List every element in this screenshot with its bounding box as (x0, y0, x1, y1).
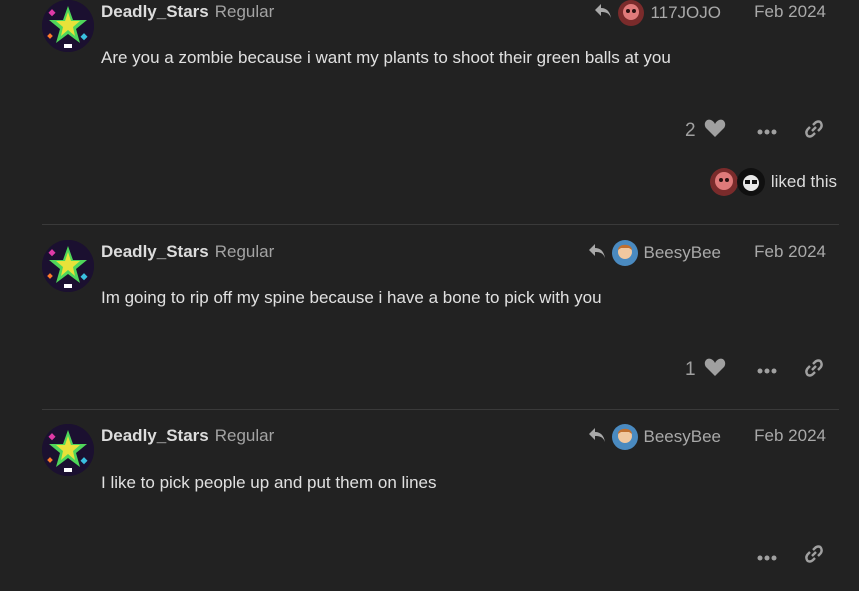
username-text[interactable]: Deadly_Stars (101, 242, 209, 261)
liked-by-row: liked this (709, 168, 837, 196)
reply-user-avatar (618, 0, 645, 26)
reply-to-link[interactable]: BeesyBee (588, 424, 722, 450)
share-link-button[interactable] (790, 358, 837, 383)
reply-to-link[interactable]: BeesyBee (588, 240, 722, 266)
ellipsis-icon (757, 122, 777, 140)
reply-username: BeesyBee (643, 427, 722, 446)
post-divider (42, 409, 839, 410)
liked-by-text: liked this (770, 172, 837, 191)
reply-arrow-icon (588, 427, 606, 448)
like-button[interactable]: 1 (685, 357, 743, 383)
more-actions-button[interactable] (743, 548, 790, 566)
username-text[interactable]: Deadly_Stars (101, 2, 209, 21)
username[interactable]: Deadly_Stars Regular (101, 2, 274, 22)
link-icon (804, 358, 824, 383)
like-button[interactable]: 2 (685, 118, 743, 144)
liker-avatar[interactable] (736, 168, 765, 196)
username[interactable]: Deadly_Stars Regular (101, 426, 274, 446)
ellipsis-icon (757, 361, 777, 379)
user-title: Regular (214, 2, 275, 21)
post-actions: 2 (685, 118, 837, 144)
link-icon (804, 544, 824, 569)
post-divider (42, 224, 839, 225)
reply-username: BeesyBee (643, 243, 722, 262)
more-actions-button[interactable] (743, 122, 790, 140)
liker-avatar[interactable] (709, 168, 738, 196)
user-avatar[interactable] (42, 240, 94, 292)
post-date[interactable]: Feb 2024 (754, 2, 826, 22)
user-title: Regular (214, 426, 275, 445)
post-body: Im going to rip off my spine because i h… (101, 288, 602, 307)
reply-user-avatar (611, 424, 638, 450)
username[interactable]: Deadly_Stars Regular (101, 242, 274, 262)
post-date[interactable]: Feb 2024 (754, 426, 826, 446)
user-avatar[interactable] (42, 424, 94, 476)
reply-to-link[interactable]: 117JOJO (594, 0, 721, 26)
reply-arrow-icon (588, 243, 606, 264)
heart-icon (704, 357, 726, 383)
post-body: Are you a zombie because i want my plant… (101, 48, 671, 67)
more-actions-button[interactable] (743, 361, 790, 379)
post-body: I like to pick people up and put them on… (101, 473, 437, 492)
user-title: Regular (214, 242, 275, 261)
reply-arrow-icon (594, 3, 612, 24)
user-avatar[interactable] (42, 0, 94, 52)
like-count: 1 (685, 359, 696, 380)
like-count: 2 (685, 120, 696, 141)
username-text[interactable]: Deadly_Stars (101, 426, 209, 445)
reply-user-avatar (611, 240, 638, 266)
reply-username: 117JOJO (650, 3, 721, 22)
share-link-button[interactable] (790, 544, 837, 569)
link-icon (804, 119, 824, 144)
share-link-button[interactable] (790, 119, 837, 144)
heart-icon (704, 118, 726, 144)
post-actions: 1 (685, 357, 837, 383)
post-actions (743, 544, 837, 569)
post-date[interactable]: Feb 2024 (754, 242, 826, 262)
ellipsis-icon (757, 548, 777, 566)
